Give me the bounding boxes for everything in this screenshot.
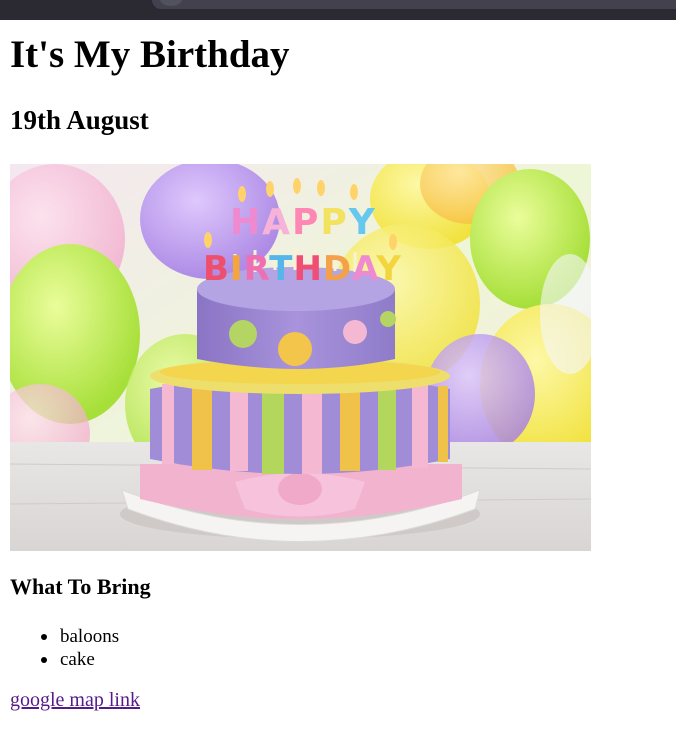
list-item: cake [37,648,119,671]
list-item: baloons [37,625,119,648]
bullet-icon [41,634,47,640]
page-title: It's My Birthday [10,33,290,76]
bring-list: baloons cake [37,625,119,671]
list-item-label: baloons [60,626,120,647]
candle-happy-text: HAPPY [230,202,377,243]
candle-birthday-text: BIRTHDAY [203,249,402,289]
birthday-cake-image: HAPPY BIRTHDAY [10,164,591,551]
bullet-icon [41,657,47,663]
browser-tab-edge [152,0,676,9]
google-map-link[interactable]: google map link [10,689,140,712]
event-date: 19th August [10,105,149,135]
what-to-bring-heading: What To Bring [10,574,151,599]
list-item-label: cake [60,649,95,670]
browser-chrome-strip [0,0,676,20]
